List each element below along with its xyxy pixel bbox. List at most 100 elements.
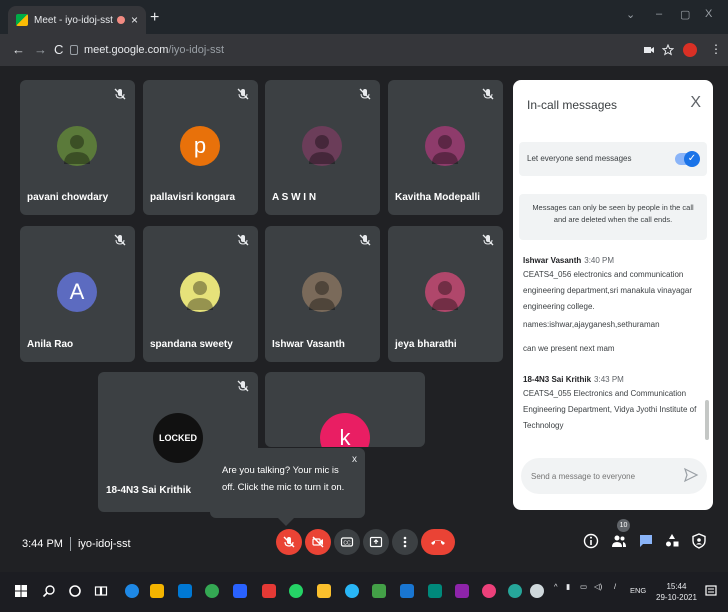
mail-icon[interactable] <box>233 584 247 598</box>
network-icon[interactable]: ▮ <box>566 582 570 591</box>
file-explorer-icon[interactable] <box>150 584 164 598</box>
meeting-time: 3:44 PM <box>22 538 63 550</box>
leave-call-button[interactable] <box>421 529 455 555</box>
participant-photo <box>432 135 458 164</box>
chat-close-button[interactable]: X <box>690 94 701 112</box>
participant-avatar: p <box>180 126 220 166</box>
participant-tile[interactable]: A Anila Rao <box>20 226 135 362</box>
bookmark-star-icon[interactable] <box>662 44 674 56</box>
message-compose <box>521 458 707 494</box>
participant-tile[interactable]: Ishwar Vasanth <box>265 226 380 362</box>
message-text: names:ishwar,ajayganesh,sethuraman <box>523 320 660 329</box>
meeting-details-icon[interactable] <box>583 533 599 549</box>
host-controls-icon[interactable] <box>691 533 707 549</box>
participant-name: A S W I N <box>272 192 317 203</box>
mic-off-icon <box>237 234 249 246</box>
tab-title: Meet - iyo-idoj-sst <box>34 14 113 26</box>
youtube-icon[interactable] <box>262 584 276 598</box>
present-screen-icon <box>369 536 383 548</box>
tab-close-button[interactable]: × <box>131 13 138 27</box>
task-view-icon[interactable] <box>94 584 108 598</box>
captions-button[interactable]: CC <box>334 529 360 555</box>
camera-toggle-button[interactable] <box>305 529 331 555</box>
participant-name: Anila Rao <box>27 339 74 350</box>
chrome-active-icon[interactable] <box>482 584 496 598</box>
search-icon[interactable] <box>42 584 56 598</box>
back-icon[interactable]: ← <box>12 42 25 57</box>
more-options-button[interactable] <box>392 529 418 555</box>
system-clock[interactable]: 15:44 29-10-2021 <box>656 581 697 603</box>
present-button[interactable] <box>363 529 389 555</box>
participant-tile[interactable]: pavani chowdary <box>20 80 135 215</box>
tab-search-icon[interactable]: ⌄ <box>626 8 635 21</box>
telegram-icon[interactable] <box>345 584 359 598</box>
more-vert-icon <box>403 536 407 548</box>
send-messages-toggle[interactable]: ✓ <box>675 151 700 167</box>
media-icon[interactable] <box>455 584 469 598</box>
meet-favicon-icon <box>16 14 28 26</box>
check-icon: ✓ <box>684 151 700 167</box>
message-list[interactable]: Ishwar Vasanth 3:40 PM CEATS4_056 electro… <box>523 252 701 440</box>
photos-icon[interactable] <box>428 584 442 598</box>
reload-icon[interactable]: C <box>54 42 63 57</box>
chrome-app-icon[interactable] <box>205 584 219 598</box>
hang-up-icon <box>431 540 445 545</box>
participant-avatar: A <box>57 272 97 312</box>
message-input[interactable] <box>531 468 681 484</box>
whatsapp-icon[interactable] <box>289 584 303 598</box>
mic-toggle-button[interactable] <box>276 529 302 555</box>
sticky-notes-icon[interactable] <box>317 584 331 598</box>
participant-count-badge: 10 <box>617 519 630 532</box>
maximize-button[interactable]: ▢ <box>680 8 690 21</box>
windows-start-icon[interactable] <box>14 584 28 598</box>
notifications-icon[interactable] <box>704 584 718 598</box>
edge-icon[interactable] <box>125 584 139 598</box>
url-host: meet.google.com <box>84 44 169 56</box>
chat-icon[interactable] <box>638 533 654 549</box>
browser-tab-bar: Meet - iyo-idoj-sst × + ⌄ – ▢ X <box>0 0 728 34</box>
store-icon[interactable] <box>178 584 192 598</box>
profile-avatar[interactable] <box>683 43 697 57</box>
send-icon[interactable] <box>683 467 699 483</box>
volume-icon[interactable]: ◁) <box>594 582 602 591</box>
cloud-icon[interactable] <box>530 584 544 598</box>
participant-tile[interactable]: p pallavisri kongara <box>143 80 258 215</box>
close-window-button[interactable]: X <box>705 8 712 20</box>
tray-overflow-icon[interactable]: ^ <box>554 582 558 591</box>
mic-off-icon <box>283 536 295 548</box>
captions-icon: CC <box>340 537 354 547</box>
browser-icon[interactable] <box>508 584 522 598</box>
tooltip-close-button[interactable]: x <box>352 454 357 465</box>
message-sender: Ishwar Vasanth <box>523 256 582 265</box>
tooltip-text: Are you talking? Your mic is off. Click … <box>222 465 345 493</box>
screen: Meet - iyo-idoj-sst × + ⌄ – ▢ X ← → C me… <box>0 0 728 612</box>
message-item: Ishwar Vasanth 3:40 PM CEATS4_056 electro… <box>523 256 701 357</box>
chrome-app-icon[interactable] <box>372 584 386 598</box>
cortana-icon[interactable] <box>68 584 82 598</box>
participant-avatar: LOCKED <box>153 413 203 463</box>
participant-photo <box>309 281 335 310</box>
participant-tile[interactable]: Kavitha Modepalli <box>388 80 503 215</box>
participant-tile[interactable]: k <box>265 372 425 447</box>
participant-tile[interactable]: jeya bharathi <box>388 226 503 362</box>
browser-menu-icon[interactable]: ⋮ <box>710 42 722 56</box>
chat-scrollbar[interactable] <box>705 400 709 440</box>
participant-tile[interactable]: spandana sweety <box>143 226 258 362</box>
battery-icon[interactable]: ▭ <box>580 582 587 591</box>
pen-icon[interactable]: / <box>614 582 616 591</box>
word-icon[interactable] <box>400 584 414 598</box>
new-tab-button[interactable]: + <box>150 9 159 27</box>
input-language[interactable]: ENG <box>630 586 646 595</box>
minimize-button[interactable]: – <box>656 8 662 20</box>
activities-icon[interactable] <box>664 533 680 549</box>
participant-avatar <box>302 126 342 166</box>
lock-icon <box>70 45 78 55</box>
url-field[interactable]: meet.google.com /iyo-idoj-sst <box>70 39 630 61</box>
svg-text:CC: CC <box>343 541 351 547</box>
forward-icon[interactable]: → <box>34 42 47 57</box>
browser-tab[interactable]: Meet - iyo-idoj-sst × <box>8 6 146 34</box>
participant-name: Kavitha Modepalli <box>395 192 481 203</box>
camera-icon[interactable] <box>643 44 655 56</box>
participant-tile[interactable]: A S W I N <box>265 80 380 215</box>
people-icon[interactable] <box>611 533 627 549</box>
